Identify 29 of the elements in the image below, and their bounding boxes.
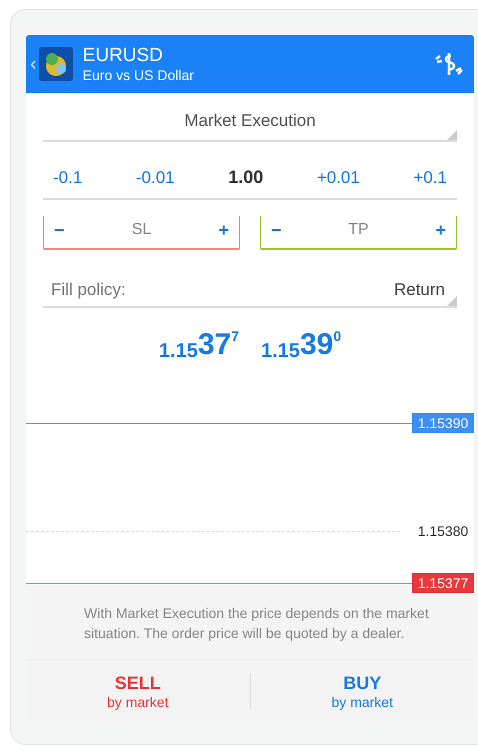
dropdown-corner-icon [447,130,457,140]
logo-icon [38,47,73,81]
decrease-button[interactable]: − [271,220,282,240]
execution-dropdown[interactable]: Market Execution [43,93,457,142]
volume-value: 1.00 [228,167,264,188]
dropdown-corner-icon [447,296,457,306]
volume-step-button[interactable]: +0.1 [413,168,447,188]
volume-step-button[interactable]: -0.1 [53,168,82,188]
stop-label: TP [348,221,369,239]
decrease-button[interactable]: − [54,220,65,240]
back-button[interactable]: ‹ [30,52,37,76]
fill-policy-dropdown[interactable]: Fill policy: Return [43,250,457,308]
stop-label: SL [132,221,152,239]
order-button[interactable]: BUY by market [250,672,474,710]
volume-field[interactable]: -0.1 -0.01 1.00 +0.01 +0.1 [43,150,457,200]
order-button[interactable]: SELL by market [26,672,250,710]
exchange-icon[interactable] [434,51,464,77]
increase-button[interactable]: + [218,220,229,240]
price-tag: 1.15380 [412,521,474,541]
volume-step-button[interactable]: -0.01 [136,168,175,188]
volume-step-button[interactable]: +0.01 [316,168,360,188]
info-text: With Market Execution the price depends on the market situation. The order price will be quoted by a dealer. [84,604,430,643]
symbol-title: EURUSD [82,44,164,66]
symbol-description: Euro vs US Dollar [82,66,195,84]
increase-button[interactable]: + [435,220,446,240]
price-tag: 1.15390 [412,413,474,433]
price-tag: 1.15377 [412,573,474,593]
stop-field[interactable]: − TP + [260,216,457,250]
stop-field[interactable]: − SL + [43,216,240,250]
